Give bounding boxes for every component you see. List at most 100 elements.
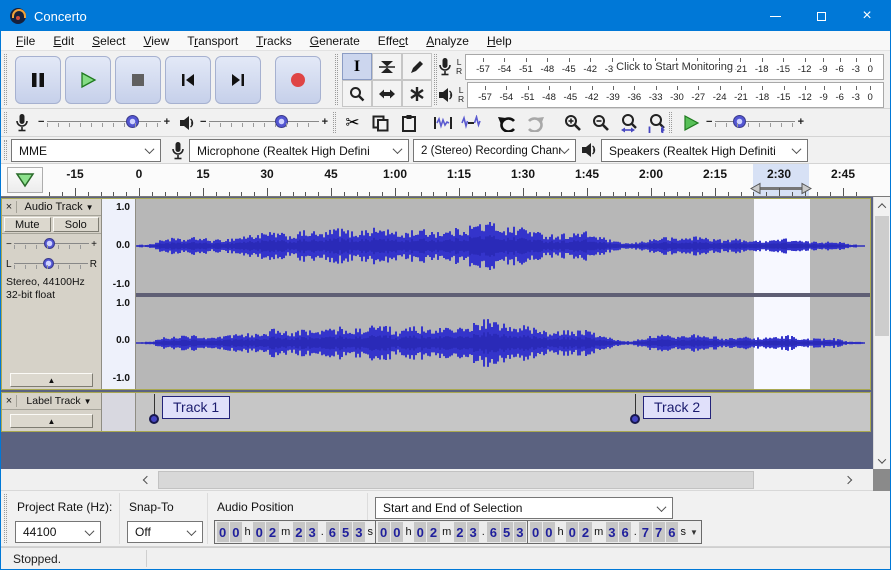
menu-view[interactable]: View: [134, 32, 178, 50]
copy-button[interactable]: [367, 112, 394, 134]
close-track-button[interactable]: ×: [2, 201, 17, 213]
timeline-ruler[interactable]: -15 0 15 30 45 1:00 1:15 1:30 1:45 2:00 2:15 2:30 2:…: [1, 164, 890, 197]
play-at-speed-button[interactable]: [677, 112, 704, 134]
waveform-left-channel[interactable]: [136, 199, 870, 293]
meter-toolbar-grip[interactable]: [434, 54, 437, 105]
play-at-speed-toolbar-grip[interactable]: [669, 112, 672, 133]
label-handle[interactable]: [630, 414, 640, 424]
cut-button[interactable]: ✂: [339, 112, 366, 134]
menu-select[interactable]: Select: [83, 32, 134, 50]
time-shift-tool-button[interactable]: [372, 80, 402, 107]
time-digit[interactable]: 0: [253, 522, 266, 542]
time-digit[interactable]: 3: [352, 522, 365, 542]
selection-mode-select[interactable]: Start and End of Selection: [375, 497, 673, 519]
playback-meter[interactable]: LR -57 -54 -51 -48 -45 -42 -39 -36 -33 -30 -27 -24-…: [438, 81, 884, 108]
paste-button[interactable]: [395, 112, 422, 134]
track-title-menu[interactable]: Audio Track ▼: [17, 201, 101, 213]
label-text[interactable]: Track 1: [162, 396, 231, 419]
pan-thumb[interactable]: [43, 258, 55, 269]
trim-audio-button[interactable]: [429, 112, 456, 134]
time-digit[interactable]: 3: [466, 522, 480, 542]
vertical-scrollbar[interactable]: [873, 197, 890, 469]
gain-slider[interactable]: − +: [2, 234, 101, 254]
playback-device-select[interactable]: Speakers (Realtek High Definiti: [601, 139, 808, 162]
scroll-right-button[interactable]: [839, 471, 857, 489]
menu-edit[interactable]: Edit: [44, 32, 83, 50]
device-toolbar-grip[interactable]: [4, 140, 7, 160]
time-digit[interactable]: 6: [665, 522, 678, 542]
time-digit[interactable]: 6: [326, 522, 339, 542]
horizontal-scroll-thumb[interactable]: [158, 471, 754, 489]
selection-toolbar-grip[interactable]: [4, 494, 7, 543]
time-digit[interactable]: 3: [305, 522, 319, 542]
time-digit[interactable]: 2: [579, 522, 592, 542]
zoom-out-button[interactable]: [587, 112, 614, 134]
zoom-tool-button[interactable]: [342, 80, 372, 107]
close-track-button[interactable]: ×: [2, 395, 17, 407]
audio-position-time[interactable]: 00h02m23.653s▼: [214, 520, 389, 544]
menu-file[interactable]: File: [7, 32, 44, 50]
undo-button[interactable]: [493, 112, 520, 134]
label-handle[interactable]: [149, 414, 159, 424]
time-digit[interactable]: 0: [529, 522, 542, 542]
recording-meter[interactable]: LR -57-54-51-48-45-42-39-36-33-30-27-24-…: [438, 53, 884, 80]
collapse-track-button[interactable]: ▲: [10, 414, 93, 428]
time-digit[interactable]: 0: [414, 522, 427, 542]
horizontal-scrollbar[interactable]: [1, 469, 890, 491]
fit-project-button[interactable]: [643, 112, 670, 134]
time-digit[interactable]: 0: [542, 522, 555, 542]
time-digit[interactable]: 7: [639, 522, 652, 542]
time-digit[interactable]: 2: [266, 522, 279, 542]
time-digit[interactable]: 5: [500, 522, 513, 542]
menu-transport[interactable]: Transport: [178, 32, 247, 50]
play-speed-slider[interactable]: − +: [703, 115, 807, 129]
pan-slider[interactable]: L R: [2, 254, 101, 274]
playback-volume-slider[interactable]: − +: [197, 115, 331, 129]
multi-tool-button[interactable]: [402, 80, 432, 107]
playback-volume-thumb[interactable]: [275, 115, 289, 128]
menu-analyze[interactable]: Analyze: [417, 32, 478, 50]
edit-toolbar-grip[interactable]: [333, 112, 336, 133]
snap-to-select[interactable]: Off: [127, 521, 203, 543]
menu-effect[interactable]: Effect: [369, 32, 417, 50]
selection-resize-arrows-icon[interactable]: [750, 182, 812, 195]
zoom-in-button[interactable]: [559, 112, 586, 134]
recording-device-select[interactable]: Microphone (Realtek High Defini: [189, 139, 409, 162]
pause-button[interactable]: [15, 56, 61, 104]
selection-tool-button[interactable]: I: [342, 53, 372, 80]
time-digit[interactable]: 6: [618, 522, 632, 542]
quick-play-button[interactable]: [7, 167, 43, 193]
time-spinner-icon[interactable]: ▼: [688, 522, 700, 542]
close-button[interactable]: ×: [844, 1, 890, 31]
redo-button[interactable]: [521, 112, 548, 134]
selection-end-time[interactable]: 0 0 h 0 2 m 3 6. 7 7 6 s ▼: [527, 520, 702, 544]
time-digit[interactable]: 7: [652, 522, 665, 542]
recording-volume-slider[interactable]: − +: [35, 115, 173, 129]
transport-toolbar-grip[interactable]: [4, 54, 7, 105]
minimize-button[interactable]: [752, 1, 798, 31]
time-digit[interactable]: 3: [513, 522, 526, 542]
time-digit[interactable]: 0: [390, 522, 403, 542]
time-digit[interactable]: 0: [566, 522, 579, 542]
play-speed-thumb[interactable]: [733, 115, 747, 128]
record-button[interactable]: [275, 56, 321, 104]
waveform-right-channel[interactable]: [136, 297, 870, 389]
recording-channels-select[interactable]: 2 (Stereo) Recording Channels: [413, 139, 576, 162]
monitor-hint[interactable]: Click to Start Monitoring: [613, 60, 736, 73]
recording-volume-thumb[interactable]: [126, 115, 140, 128]
scroll-left-button[interactable]: [138, 471, 156, 489]
label-text[interactable]: Track 2: [643, 396, 712, 419]
project-rate-select[interactable]: 44100: [15, 521, 101, 543]
skip-to-end-button[interactable]: [215, 56, 261, 104]
time-digit[interactable]: 6: [487, 522, 500, 542]
play-button[interactable]: [65, 56, 111, 104]
time-digit[interactable]: 0: [216, 522, 229, 542]
menu-help[interactable]: Help: [478, 32, 521, 50]
menu-tracks[interactable]: Tracks: [247, 32, 301, 50]
time-digit[interactable]: 2: [427, 522, 440, 542]
envelope-tool-button[interactable]: [372, 53, 402, 80]
selection-start-time[interactable]: 00h02m23.653s▼: [375, 520, 550, 544]
waveform-canvas[interactable]: [136, 199, 870, 389]
gain-thumb[interactable]: [43, 238, 55, 249]
time-digit[interactable]: 0: [229, 522, 242, 542]
